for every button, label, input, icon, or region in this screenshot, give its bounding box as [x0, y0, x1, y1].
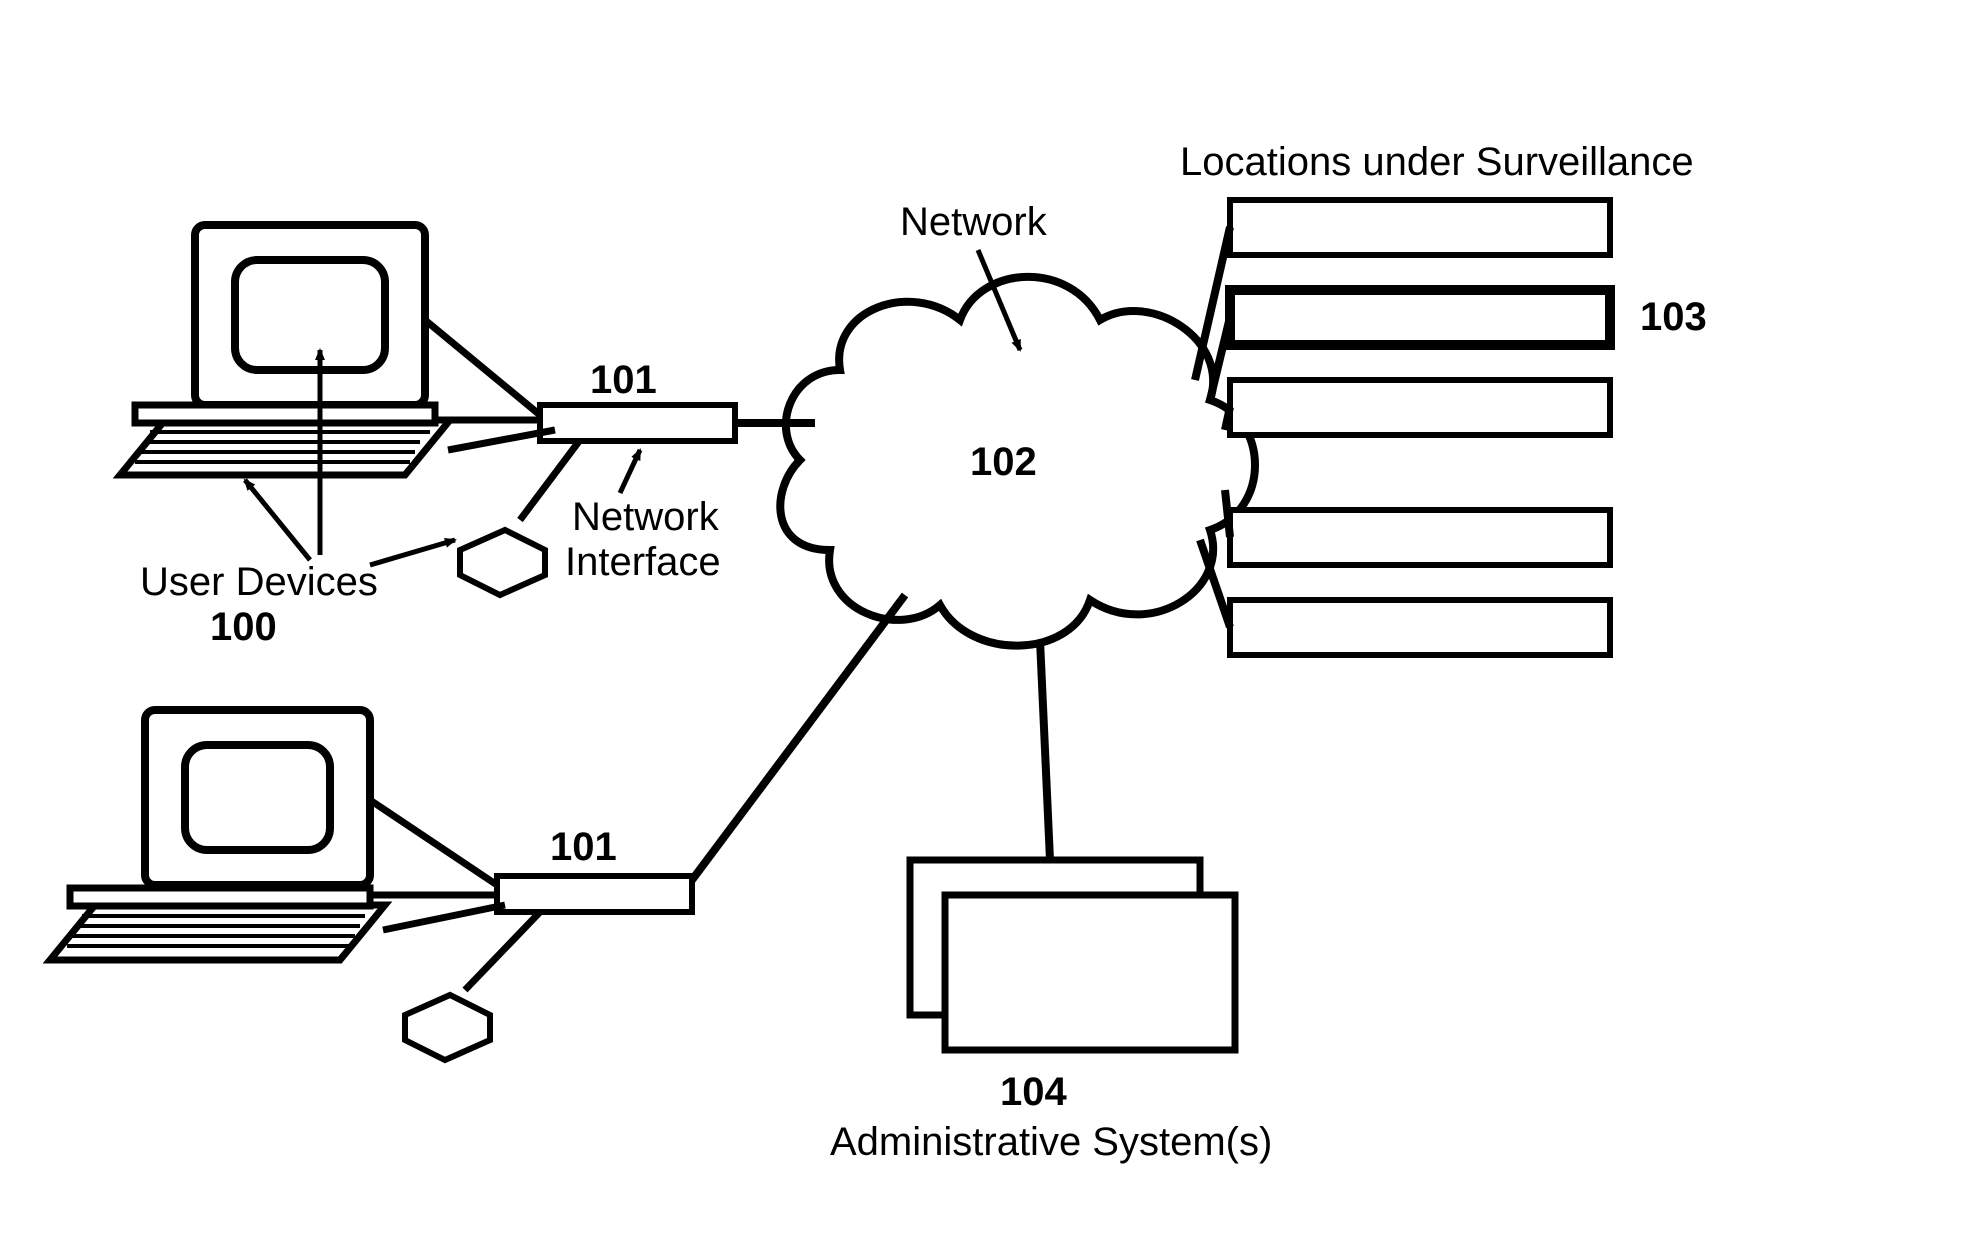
arrow-ud-mouse	[370, 540, 455, 565]
ref-104: 104	[1000, 1070, 1067, 1114]
user-device-top	[120, 225, 545, 595]
ref-100: 100	[210, 605, 277, 649]
link-monitor-if-top	[425, 320, 540, 415]
locations-title: Locations under Surveillance	[1180, 140, 1694, 184]
admin-label: Administrative System(s)	[830, 1120, 1272, 1164]
network-label: Network	[900, 200, 1048, 244]
link-loc-1	[1195, 227, 1230, 380]
netif-label-l1: Network	[572, 495, 720, 539]
link-keyboard-if-bottom	[383, 905, 505, 930]
netif-label-l2: Interface	[565, 540, 721, 584]
link-if-cloud-bottom	[692, 595, 905, 880]
ref-102: 102	[970, 440, 1037, 484]
ref-101-top: 101	[590, 358, 657, 402]
arrow-ud-keyboard	[245, 480, 310, 560]
link-monitor-if-bottom	[370, 800, 497, 885]
user-device-bottom	[50, 710, 490, 1060]
network-interface-top	[540, 405, 735, 441]
arrow-net-if	[620, 450, 640, 493]
user-devices-label: User Devices	[140, 560, 378, 604]
link-loc-3	[1225, 407, 1230, 430]
link-admin	[1040, 640, 1050, 860]
network-interface-bottom	[497, 876, 692, 912]
admin-systems	[910, 860, 1235, 1050]
link-mouse-if-top	[520, 440, 580, 520]
ref-103: 103	[1640, 295, 1707, 339]
diagram-canvas: Network 102 Locations under Surveillance…	[0, 0, 1986, 1243]
locations-stack	[1230, 200, 1610, 655]
ref-101-bottom: 101	[550, 825, 617, 869]
link-mouse-if-bottom	[465, 912, 540, 990]
link-loc-4	[1225, 490, 1230, 537]
